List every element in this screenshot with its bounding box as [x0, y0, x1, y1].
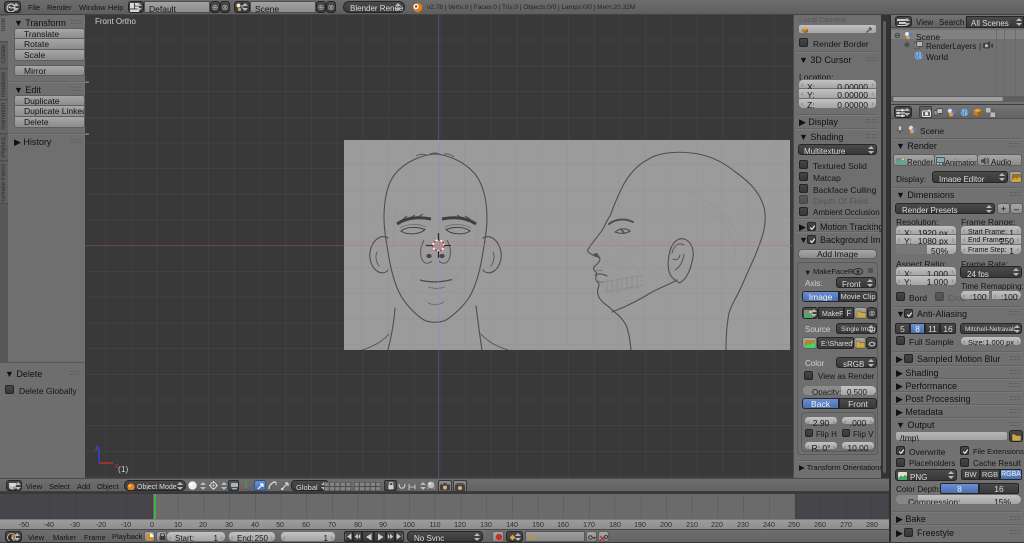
svg-text:x: x — [115, 463, 119, 470]
svg-text:z: z — [95, 445, 99, 452]
